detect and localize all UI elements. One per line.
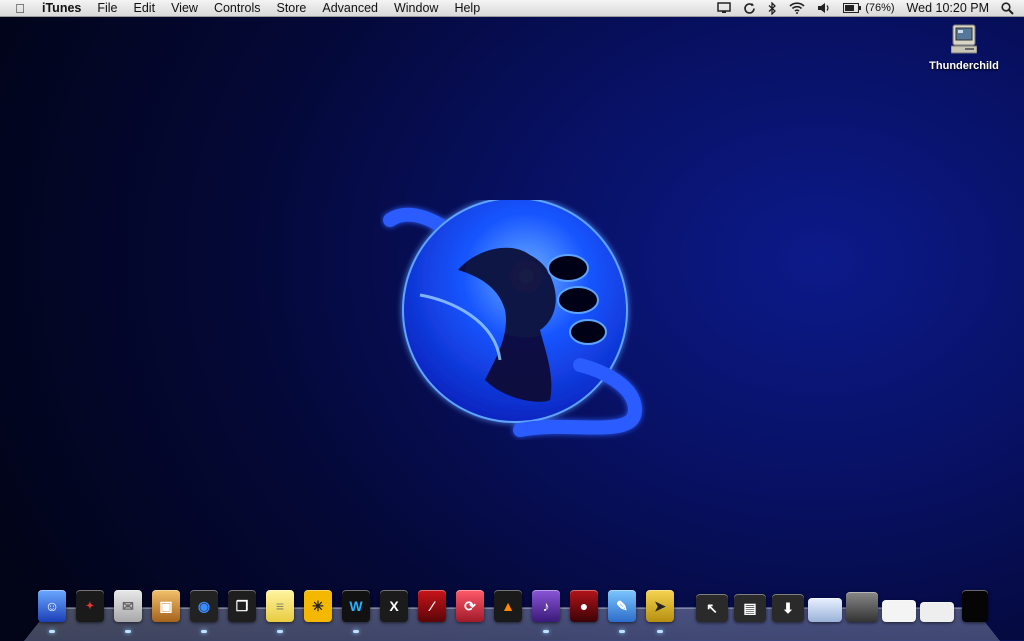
downloads-stack-icon[interactable]: ⬇: [772, 594, 804, 622]
window-thumb-2[interactable]: [846, 592, 878, 622]
recorder-icon[interactable]: ●: [570, 590, 598, 622]
menu-file[interactable]: File: [89, 1, 125, 15]
pinwheel-icon[interactable]: ✳: [304, 590, 332, 622]
word-icon[interactable]: W: [342, 590, 370, 622]
menu-advanced[interactable]: Advanced: [314, 1, 386, 15]
mail-icon[interactable]: ✉: [114, 590, 142, 622]
spaces-icon[interactable]: ❐: [228, 590, 256, 622]
battery-icon[interactable]: (76%): [843, 2, 895, 14]
menu-bar:  iTunes File Edit View Controls Store A…: [0, 0, 1024, 17]
menu-help[interactable]: Help: [446, 1, 488, 15]
documents-stack-icon[interactable]: ▤: [734, 594, 766, 622]
wifi-icon[interactable]: [789, 2, 805, 14]
menu-clock[interactable]: Wed 10:20 PM: [907, 1, 989, 15]
menu-store[interactable]: Store: [268, 1, 314, 15]
finder-icon[interactable]: ☺: [38, 590, 66, 622]
running-indicator: [277, 630, 283, 633]
running-indicator: [201, 630, 207, 633]
menu-edit[interactable]: Edit: [126, 1, 164, 15]
menu-controls[interactable]: Controls: [206, 1, 269, 15]
vlc-icon[interactable]: ▲: [494, 590, 522, 622]
running-indicator: [353, 630, 359, 633]
menu-view[interactable]: View: [163, 1, 206, 15]
menu-app-name[interactable]: iTunes: [40, 1, 89, 15]
computer-drive-icon: [950, 24, 978, 54]
sync-status-icon[interactable]: [743, 2, 756, 15]
sync-icon[interactable]: ⟳: [456, 590, 484, 622]
volume-icon[interactable]: [817, 2, 831, 14]
running-indicator: [125, 630, 131, 633]
desktop-drive-item[interactable]: Thunderchild: [924, 24, 1004, 72]
desktop-drive-label: Thunderchild: [929, 60, 999, 72]
podcast-icon[interactable]: ♪: [532, 590, 560, 622]
running-indicator: [657, 630, 663, 633]
window-thumb-4[interactable]: [920, 602, 954, 622]
running-indicator: [49, 630, 55, 633]
spotlight-search-icon[interactable]: [1001, 1, 1014, 15]
applications-stack-icon[interactable]: ↖: [696, 594, 728, 622]
book-icon[interactable]: ⁄: [418, 590, 446, 622]
photos-icon[interactable]: ▣: [152, 590, 180, 622]
trash-icon[interactable]: [962, 590, 988, 622]
notes-icon[interactable]: ≡: [266, 590, 294, 622]
hitchhiker-logo-icon: [383, 200, 643, 437]
bird-icon[interactable]: ➤: [646, 590, 674, 622]
running-indicator: [543, 630, 549, 633]
menu-window[interactable]: Window: [386, 1, 446, 15]
xcode-icon[interactable]: ✎: [608, 590, 636, 622]
dashboard-icon[interactable]: ✦: [76, 590, 104, 622]
battery-percent: (76%): [865, 2, 895, 14]
bluetooth-icon[interactable]: [768, 1, 777, 15]
chrome-icon[interactable]: ◉: [190, 590, 218, 622]
x-app-icon[interactable]: X: [380, 590, 408, 622]
window-thumb-1[interactable]: [808, 598, 842, 622]
apple-menu-icon[interactable]: : [0, 1, 40, 16]
screen-share-icon[interactable]: [717, 2, 731, 14]
running-indicator: [619, 630, 625, 633]
window-thumb-3[interactable]: [882, 600, 916, 622]
